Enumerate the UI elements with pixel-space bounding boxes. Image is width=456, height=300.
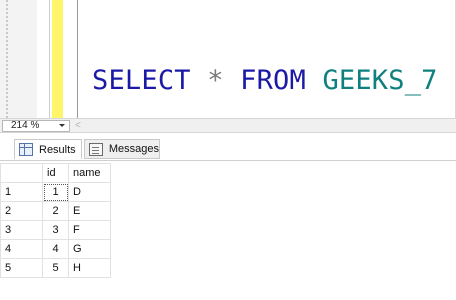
- results-grid-pane: id name 1 1 D 2 2 E 3 3 F 4 4 G 5 5 H: [0, 160, 456, 300]
- sql-keyword-from: FROM: [240, 65, 306, 96]
- editor-zoom-bar: 214 % <: [0, 118, 456, 133]
- scroll-left-arrow-icon[interactable]: <: [75, 120, 81, 132]
- result-tabs: Results Messages: [0, 133, 456, 160]
- sql-query-line[interactable]: SELECT * FROM GEEKS_7: [92, 64, 438, 98]
- ssms-query-window: SELECT * FROM GEEKS_7 214 % < Results Me…: [0, 0, 456, 300]
- cell-name[interactable]: F: [68, 220, 111, 240]
- cell-id[interactable]: 2: [42, 201, 69, 221]
- row-number[interactable]: 5: [0, 258, 43, 278]
- tab-messages-label: Messages: [108, 143, 159, 155]
- sql-keyword-select: SELECT: [92, 65, 191, 96]
- cell-name[interactable]: E: [68, 201, 111, 221]
- zoom-level-value: 214 %: [11, 120, 40, 131]
- grid-header-row: id name: [0, 163, 111, 183]
- table-row[interactable]: 3 3 F: [0, 220, 111, 240]
- change-tracking-bar: [52, 0, 63, 118]
- zoom-level-dropdown[interactable]: 214 %: [2, 120, 70, 132]
- results-grid: id name 1 1 D 2 2 E 3 3 F 4 4 G 5 5 H: [0, 163, 111, 278]
- messages-icon: [89, 142, 103, 156]
- sql-star-operator: *: [207, 65, 224, 96]
- cell-name[interactable]: G: [68, 239, 111, 259]
- cell-id[interactable]: 5: [42, 258, 69, 278]
- column-header-name[interactable]: name: [68, 163, 111, 183]
- editor-margin-divider: [49, 0, 50, 118]
- table-row[interactable]: 4 4 G: [0, 239, 111, 259]
- cell-id[interactable]: 3: [42, 220, 69, 240]
- row-number[interactable]: 1: [0, 182, 43, 202]
- table-row[interactable]: 1 1 D: [0, 182, 111, 202]
- code-folding-line: [77, 0, 78, 118]
- query-editor[interactable]: SELECT * FROM GEEKS_7: [0, 0, 456, 118]
- column-header-id[interactable]: id: [42, 163, 69, 183]
- editor-left-margin: [0, 0, 37, 118]
- cell-name[interactable]: D: [68, 182, 111, 202]
- sql-table-name: GEEKS_7: [322, 65, 438, 96]
- row-number-header: [0, 163, 43, 183]
- cell-name[interactable]: H: [68, 258, 111, 278]
- cell-id[interactable]: 4: [42, 239, 69, 259]
- tab-messages[interactable]: Messages: [84, 139, 160, 159]
- row-number[interactable]: 4: [0, 239, 43, 259]
- tab-results[interactable]: Results: [14, 139, 82, 159]
- row-number[interactable]: 3: [0, 220, 43, 240]
- cell-id[interactable]: 1: [42, 182, 69, 202]
- table-row[interactable]: 5 5 H: [0, 258, 111, 278]
- table-row[interactable]: 2 2 E: [0, 201, 111, 221]
- editor-margin-dots: [6, 0, 8, 118]
- chevron-down-icon[interactable]: [59, 124, 65, 127]
- row-number[interactable]: 2: [0, 201, 43, 221]
- results-grid-icon: [19, 143, 33, 156]
- tab-results-label: Results: [39, 143, 76, 156]
